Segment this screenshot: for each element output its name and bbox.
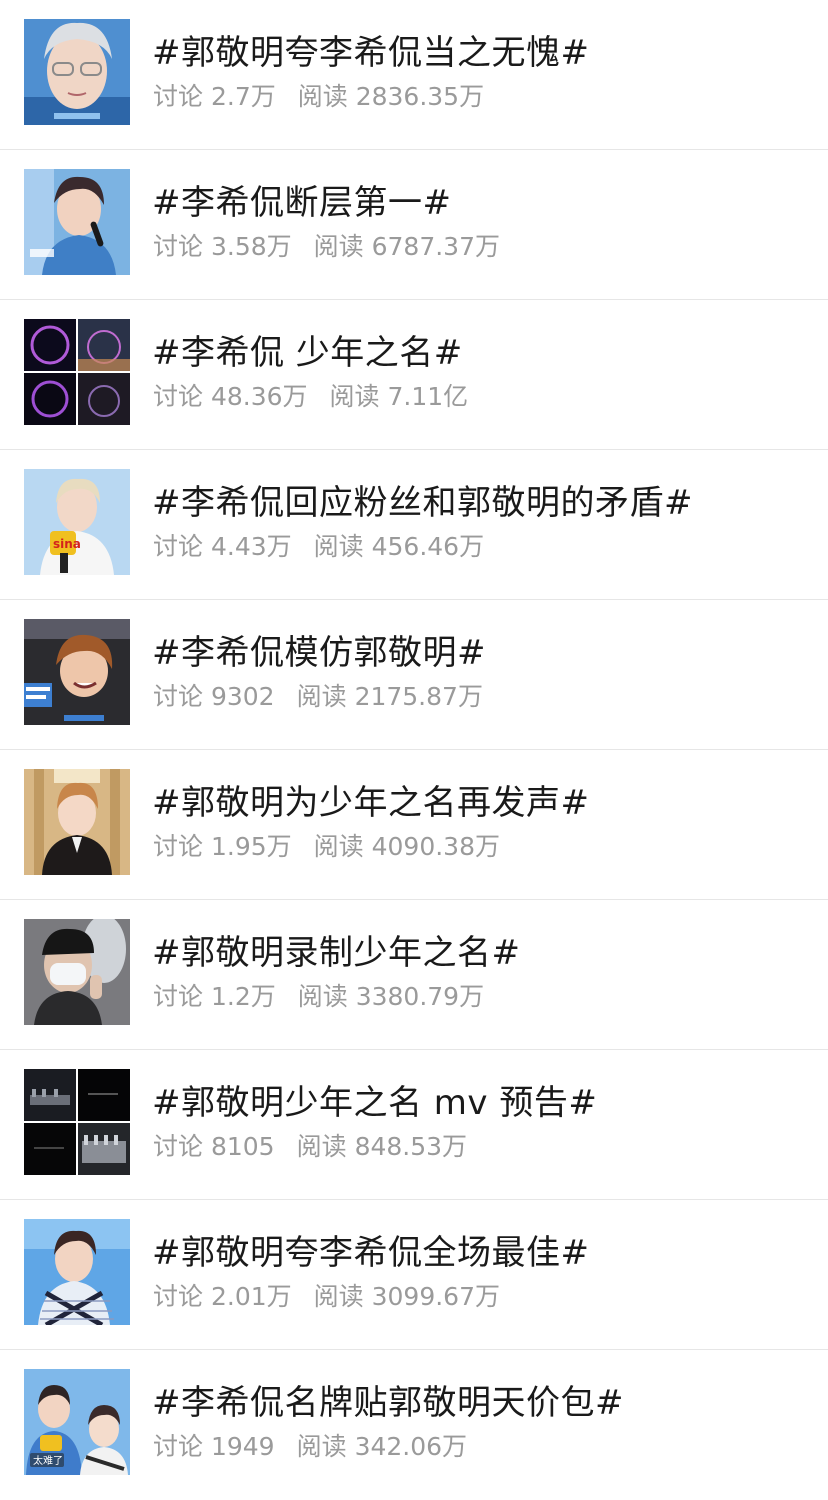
topic-row[interactable]: 太难了 #李希侃名牌贴郭敬明天价包# 讨论 1949 阅读 342.06万 — [0, 1350, 828, 1500]
read-count: 848.53万 — [354, 1132, 468, 1161]
topic-thumbnail — [24, 1069, 130, 1175]
discuss-label: 讨论 — [153, 1132, 204, 1161]
topic-stats: 讨论 1.95万 阅读 4090.38万 — [153, 830, 500, 864]
read-count: 4090.38万 — [371, 832, 500, 861]
topic-thumbnail — [24, 319, 130, 425]
thumbnail-caption: 太难了 — [33, 1454, 63, 1467]
topic-row[interactable]: #郭敬明录制少年之名# 讨论 1.2万 阅读 3380.79万 — [0, 900, 828, 1050]
topic-list: #郭敬明夸李希侃当之无愧# 讨论 2.7万 阅读 2836.35万 #李希侃断层第… — [0, 0, 828, 1491]
discuss-label: 讨论 — [153, 82, 204, 111]
topic-stats: 讨论 48.36万 阅读 7.11亿 — [153, 380, 468, 414]
discuss-count: 2.7万 — [210, 82, 276, 111]
discuss-label: 讨论 — [153, 532, 204, 561]
read-count: 3380.79万 — [355, 982, 485, 1011]
topic-title: #郭敬明为少年之名再发声# — [152, 783, 590, 823]
topic-thumbnail: 太难了 — [24, 1369, 130, 1475]
read-label: 阅读 — [296, 1432, 347, 1461]
discuss-label: 讨论 — [153, 382, 204, 411]
topic-row[interactable]: #郭敬明夸李希侃当之无愧# 讨论 2.7万 阅读 2836.35万 — [0, 0, 828, 150]
topic-title: #郭敬明夸李希侃当之无愧# — [152, 33, 590, 73]
read-label: 阅读 — [296, 682, 347, 711]
discuss-count: 4.43万 — [210, 532, 292, 561]
read-label: 阅读 — [313, 832, 364, 861]
discuss-count: 3.58万 — [210, 232, 292, 261]
topic-thumbnail — [24, 1219, 130, 1325]
topic-title: #郭敬明夸李希侃全场最佳# — [152, 1233, 590, 1273]
topic-stats: 讨论 2.01万 阅读 3099.67万 — [153, 1280, 500, 1314]
discuss-label: 讨论 — [153, 832, 204, 861]
sina-logo: sina — [53, 537, 81, 551]
topic-row[interactable]: sina #李希侃回应粉丝和郭敬明的矛盾# 讨论 4.43万 阅读 456.46万 — [0, 450, 828, 600]
discuss-count: 1949 — [210, 1432, 275, 1461]
topic-thumbnail — [24, 619, 130, 725]
topic-row[interactable]: #郭敬明夸李希侃全场最佳# 讨论 2.01万 阅读 3099.67万 — [0, 1200, 828, 1350]
topic-thumbnail — [24, 919, 130, 1025]
topic-title: #郭敬明录制少年之名# — [152, 933, 521, 973]
topic-stats: 讨论 1949 阅读 342.06万 — [153, 1430, 467, 1464]
read-count: 7.11亿 — [387, 382, 469, 411]
discuss-label: 讨论 — [153, 1282, 204, 1311]
read-label: 阅读 — [313, 232, 364, 261]
topic-stats: 讨论 4.43万 阅读 456.46万 — [153, 530, 484, 564]
topic-row[interactable]: #李希侃断层第一# 讨论 3.58万 阅读 6787.37万 — [0, 150, 828, 300]
read-count: 6787.37万 — [371, 232, 500, 261]
discuss-count: 9302 — [210, 682, 275, 711]
topic-row[interactable]: #李希侃 少年之名# 讨论 48.36万 阅读 7.11亿 — [0, 300, 828, 450]
topic-title: #李希侃回应粉丝和郭敬明的矛盾# — [152, 483, 693, 523]
topic-thumbnail — [24, 169, 130, 275]
topic-title: #李希侃模仿郭敬明# — [152, 633, 486, 673]
discuss-label: 讨论 — [153, 982, 204, 1011]
read-count: 2836.35万 — [355, 82, 485, 111]
topic-title: #郭敬明少年之名 mv 预告# — [152, 1083, 598, 1123]
topic-stats: 讨论 8105 阅读 848.53万 — [153, 1130, 467, 1164]
discuss-count: 1.2万 — [210, 982, 276, 1011]
discuss-label: 讨论 — [153, 682, 204, 711]
read-count: 2175.87万 — [354, 682, 483, 711]
read-label: 阅读 — [297, 82, 348, 111]
topic-row[interactable]: #郭敬明少年之名 mv 预告# 讨论 8105 阅读 848.53万 — [0, 1050, 828, 1200]
discuss-label: 讨论 — [153, 232, 204, 261]
topic-title: #李希侃名牌贴郭敬明天价包# — [152, 1383, 624, 1423]
discuss-count: 8105 — [210, 1132, 275, 1161]
topic-stats: 讨论 9302 阅读 2175.87万 — [153, 680, 483, 714]
topic-stats: 讨论 3.58万 阅读 6787.37万 — [153, 230, 500, 264]
topic-title: #李希侃 少年之名# — [152, 333, 463, 373]
topic-stats: 讨论 1.2万 阅读 3380.79万 — [153, 980, 484, 1014]
topic-row[interactable]: #李希侃模仿郭敬明# 讨论 9302 阅读 2175.87万 — [0, 600, 828, 750]
read-label: 阅读 — [313, 532, 364, 561]
read-label: 阅读 — [297, 982, 348, 1011]
topic-stats: 讨论 2.7万 阅读 2836.35万 — [153, 80, 484, 114]
read-count: 3099.67万 — [371, 1282, 500, 1311]
discuss-count: 1.95万 — [210, 832, 292, 861]
topic-title: #李希侃断层第一# — [152, 183, 452, 223]
read-label: 阅读 — [329, 382, 380, 411]
read-count: 456.46万 — [371, 532, 485, 561]
topic-thumbnail: sina — [24, 469, 130, 575]
topic-row[interactable]: #郭敬明为少年之名再发声# 讨论 1.95万 阅读 4090.38万 — [0, 750, 828, 900]
topic-thumbnail — [24, 769, 130, 875]
discuss-count: 2.01万 — [210, 1282, 292, 1311]
discuss-count: 48.36万 — [210, 382, 308, 411]
topic-thumbnail — [24, 19, 130, 125]
read-label: 阅读 — [296, 1132, 347, 1161]
discuss-label: 讨论 — [153, 1432, 204, 1461]
read-label: 阅读 — [313, 1282, 364, 1311]
read-count: 342.06万 — [354, 1432, 468, 1461]
